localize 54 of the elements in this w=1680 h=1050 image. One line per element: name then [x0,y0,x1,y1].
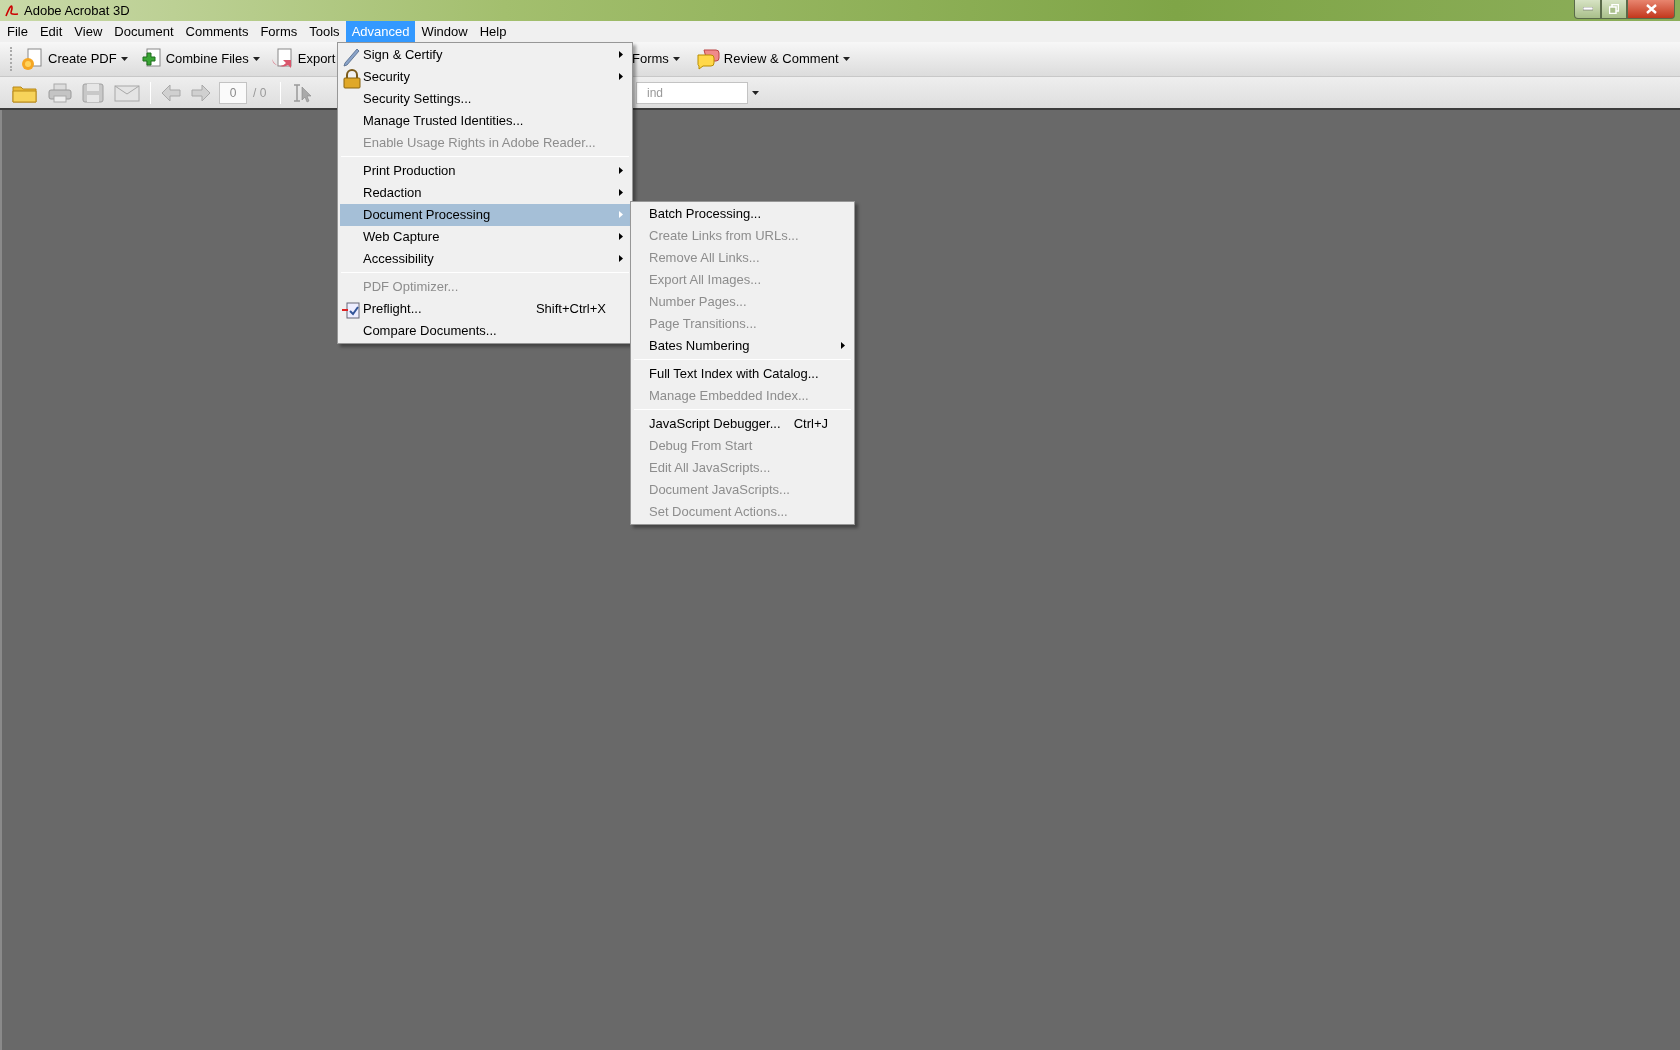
menu-bar-item[interactable]: Edit [33,21,69,42]
menu-item[interactable]: Manage Trusted Identities... [340,110,630,132]
close-icon [1645,4,1657,14]
dropdown-arrow-icon[interactable] [752,90,759,95]
menu-bar-item[interactable]: Help [473,21,513,42]
menu-bar-item[interactable]: View [68,21,109,42]
caret-icon [672,57,680,61]
page-number-field[interactable]: 0 [219,81,247,104]
review-comment-button[interactable]: Review & Comment [691,46,854,72]
text-cursor-arrow-icon[interactable] [291,82,314,103]
close-button[interactable] [1627,0,1675,19]
minimize-button[interactable] [1574,0,1601,19]
menu-item[interactable]: Preflight... Shift+Ctrl+X [340,298,630,320]
menu-bar-item[interactable]: Tools [303,21,346,42]
menu-item[interactable]: Bates Numbering [633,335,852,357]
print-icon[interactable] [48,82,72,103]
menu-bar-item[interactable]: Forms [254,21,304,42]
page-count: / 0 [253,84,267,102]
maximize-button[interactable] [1601,0,1627,19]
pdf-logo-icon [4,2,20,18]
menu-item[interactable]: Redaction [340,182,630,204]
menu-item[interactable]: Batch Processing... [633,203,852,225]
document-check-icon [342,301,362,321]
menu-bar-item[interactable]: Comments [179,21,255,42]
left-arrow-icon[interactable] [161,83,181,102]
window-title: Adobe Acrobat 3D [24,2,130,20]
shortcut-label: Ctrl+J [793,415,828,434]
forms-button[interactable]: Forms [628,47,684,71]
menu-item[interactable]: Compare Documents... [340,320,630,342]
menu-item[interactable]: JavaScript Debugger... Ctrl+J [633,413,852,435]
restore-icon [1609,4,1619,14]
right-arrow-icon[interactable] [191,83,211,102]
menu-item[interactable]: Accessibility [340,248,630,270]
menu-bar-item[interactable]: Document [108,21,180,42]
menu-item[interactable]: Web Capture [340,226,630,248]
pen-icon [342,47,362,67]
menu-item[interactable]: Security Settings... [340,88,630,110]
envelope-icon[interactable] [114,83,140,102]
save-icon[interactable] [82,82,104,103]
menu-item[interactable]: Full Text Index with Catalog... [633,363,852,385]
menu-bar-item[interactable]: File [1,21,34,42]
menu-bar-item[interactable]: Window [415,21,474,42]
caret-icon [842,57,850,61]
caret-icon [120,57,128,61]
find-field[interactable]: ind [636,81,748,104]
padlock-icon [342,69,362,89]
create-pdf-button[interactable]: Create PDF [16,45,132,73]
caret-icon [252,57,260,61]
minimize-icon [1582,7,1593,11]
combine-files-button[interactable]: Combine Files [133,45,264,73]
menu-item[interactable]: Document Processing [340,204,630,226]
shortcut-label: Shift+Ctrl+X [535,300,606,319]
speech-bubbles-icon [695,48,720,70]
menu-item[interactable]: Print Production [340,160,630,182]
